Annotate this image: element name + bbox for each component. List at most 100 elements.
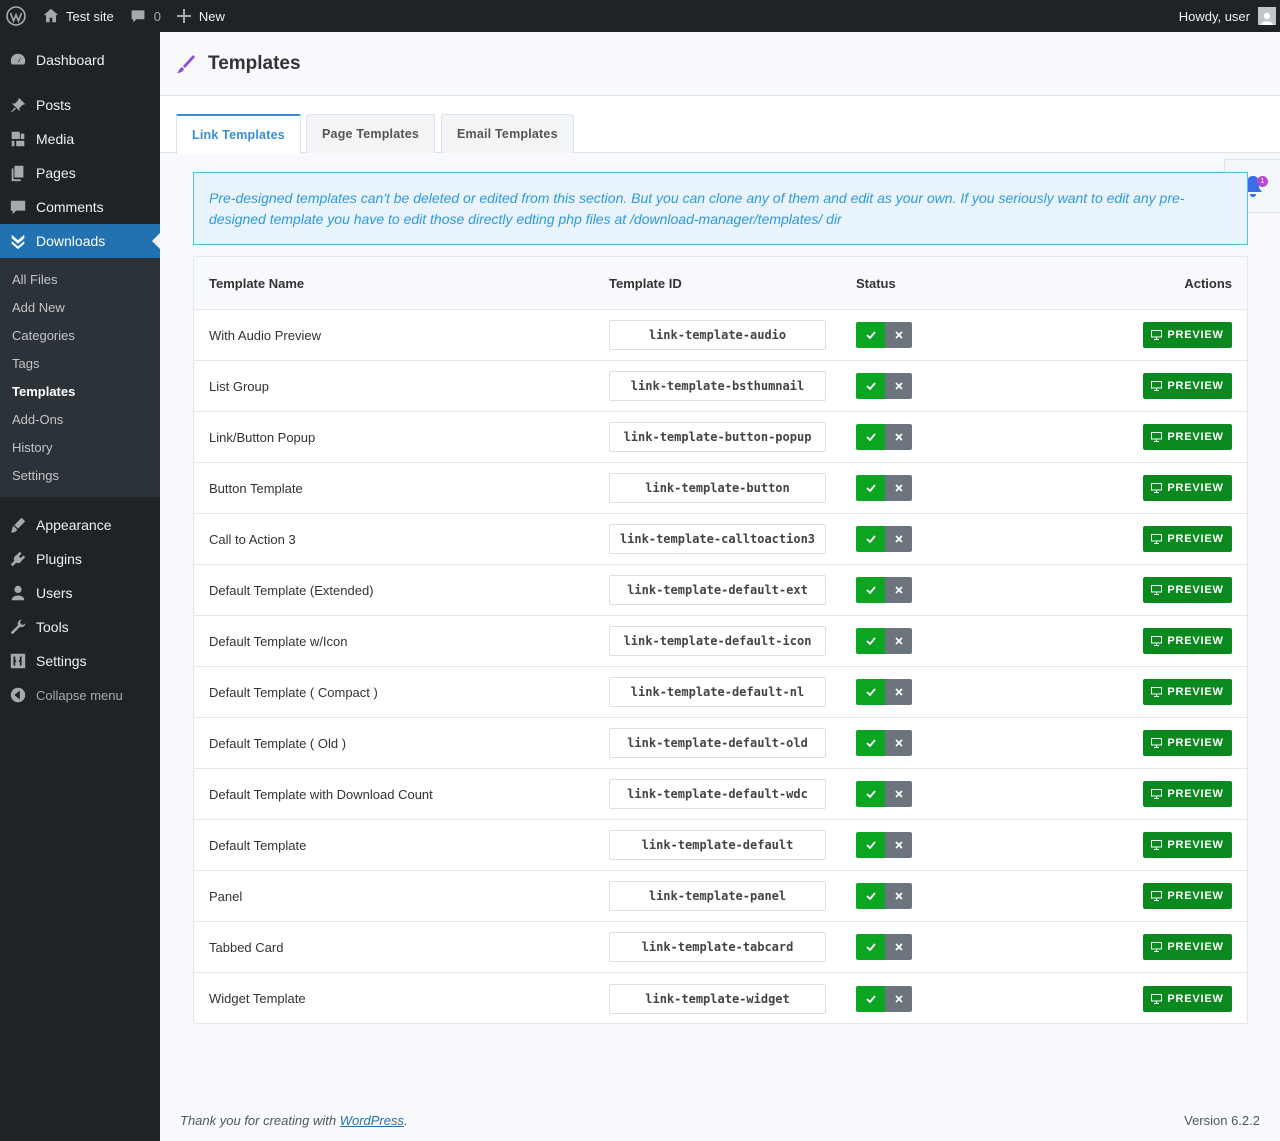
- template-id-field[interactable]: link-template-panel: [609, 881, 826, 911]
- status-disable-button[interactable]: [885, 424, 912, 450]
- submenu-item-categories[interactable]: Categories: [0, 321, 160, 349]
- submenu-item-add-new[interactable]: Add New: [0, 293, 160, 321]
- monitor-icon: [1151, 330, 1163, 340]
- preview-button[interactable]: PREVIEW: [1143, 628, 1232, 654]
- preview-button[interactable]: PREVIEW: [1143, 577, 1232, 603]
- preview-button[interactable]: PREVIEW: [1143, 679, 1232, 705]
- sidebar-item-comments[interactable]: Comments: [0, 190, 160, 224]
- status-enable-button[interactable]: [856, 934, 885, 960]
- status-disable-button[interactable]: [885, 322, 912, 348]
- template-name: Default Template with Download Count: [209, 786, 433, 802]
- status-enable-button[interactable]: [856, 832, 885, 858]
- status-enable-button[interactable]: [856, 577, 885, 603]
- submenu-item-settings[interactable]: Settings: [0, 461, 160, 489]
- monitor-icon: [1151, 993, 1163, 1004]
- template-id-field[interactable]: link-template-default-old: [609, 728, 826, 758]
- status-toggle: [856, 679, 912, 705]
- wordpress-link[interactable]: WordPress: [340, 1113, 404, 1128]
- preview-button[interactable]: PREVIEW: [1143, 730, 1232, 756]
- sidebar-item-pages[interactable]: Pages: [0, 156, 160, 190]
- submenu-item-add-ons[interactable]: Add-Ons: [0, 405, 160, 433]
- submenu-item-templates[interactable]: Templates: [0, 377, 160, 405]
- submenu-item-tags[interactable]: Tags: [0, 349, 160, 377]
- brush-icon: [10, 517, 26, 533]
- tab-email-templates[interactable]: Email Templates: [441, 114, 574, 153]
- status-disable-button[interactable]: [885, 832, 912, 858]
- preview-button[interactable]: PREVIEW: [1143, 373, 1232, 399]
- status-disable-button[interactable]: [885, 883, 912, 909]
- check-icon: [865, 688, 876, 696]
- template-id-field[interactable]: link-template-default-ext: [609, 575, 826, 605]
- new-content-link[interactable]: New: [169, 0, 233, 32]
- sidebar-item-appearance[interactable]: Appearance: [0, 508, 160, 542]
- status-enable-button[interactable]: [856, 526, 885, 552]
- table-header: Template Name Template ID Status Actions: [194, 257, 1247, 310]
- template-id-field[interactable]: link-template-default: [609, 830, 826, 860]
- sidebar-item-plugins[interactable]: Plugins: [0, 542, 160, 576]
- template-id-field[interactable]: link-template-button: [609, 473, 826, 503]
- preview-button[interactable]: PREVIEW: [1143, 781, 1232, 807]
- template-id-field[interactable]: link-template-default-nl: [609, 677, 826, 707]
- status-enable-button[interactable]: [856, 424, 885, 450]
- status-disable-button[interactable]: [885, 730, 912, 756]
- template-id-field[interactable]: link-template-audio: [609, 320, 826, 350]
- template-id-field[interactable]: link-template-calltoaction3: [609, 524, 826, 554]
- wordpress-logo[interactable]: [0, 0, 34, 32]
- status-toggle: [856, 883, 912, 909]
- status-enable-button[interactable]: [856, 322, 885, 348]
- tab-link-templates[interactable]: Link Templates: [176, 114, 301, 154]
- template-id-field[interactable]: link-template-button-popup: [609, 422, 826, 452]
- status-enable-button[interactable]: [856, 628, 885, 654]
- preview-button[interactable]: PREVIEW: [1143, 424, 1232, 450]
- sidebar-item-users[interactable]: Users: [0, 576, 160, 610]
- status-enable-button[interactable]: [856, 781, 885, 807]
- sidebar-item-posts[interactable]: Posts: [0, 88, 160, 122]
- submenu-item-all-files[interactable]: All Files: [0, 265, 160, 293]
- template-id-field[interactable]: link-template-default-wdc: [609, 779, 826, 809]
- status-disable-button[interactable]: [885, 781, 912, 807]
- comments-link[interactable]: 0: [122, 0, 169, 32]
- status-enable-button[interactable]: [856, 679, 885, 705]
- site-name-link[interactable]: Test site: [34, 0, 122, 32]
- status-disable-button[interactable]: [885, 475, 912, 501]
- status-enable-button[interactable]: [856, 475, 885, 501]
- template-name: List Group: [209, 378, 269, 394]
- preview-button[interactable]: PREVIEW: [1143, 526, 1232, 552]
- sidebar-item-downloads[interactable]: Downloads: [0, 224, 160, 258]
- preview-button[interactable]: PREVIEW: [1143, 832, 1232, 858]
- check-icon: [865, 994, 876, 1003]
- my-account[interactable]: Howdy, user: [1171, 0, 1280, 32]
- status-enable-button[interactable]: [856, 883, 885, 909]
- template-id-field[interactable]: link-template-default-icon: [609, 626, 826, 656]
- downloads-submenu: All Files Add New Categories Tags Templa…: [0, 258, 160, 497]
- submenu-item-history[interactable]: History: [0, 433, 160, 461]
- template-id-field[interactable]: link-template-tabcard: [609, 932, 826, 962]
- sidebar-item-tools[interactable]: Tools: [0, 610, 160, 644]
- collapse-menu-button[interactable]: Collapse menu: [0, 678, 160, 712]
- status-disable-button[interactable]: [885, 577, 912, 603]
- template-id-field[interactable]: link-template-widget: [609, 983, 826, 1014]
- preview-button[interactable]: PREVIEW: [1143, 883, 1232, 909]
- status-disable-button[interactable]: [885, 679, 912, 705]
- template-id-field[interactable]: link-template-bsthumnail: [609, 371, 826, 401]
- monitor-icon: [1151, 789, 1163, 799]
- close-icon: [894, 688, 903, 696]
- preview-button[interactable]: PREVIEW: [1143, 985, 1232, 1012]
- preview-button[interactable]: PREVIEW: [1143, 322, 1232, 348]
- site-name: Test site: [66, 8, 114, 24]
- status-enable-button[interactable]: [856, 373, 885, 399]
- tab-page-templates[interactable]: Page Templates: [306, 114, 436, 153]
- sidebar-item-dashboard[interactable]: Dashboard: [0, 43, 160, 77]
- sidebar-item-media[interactable]: Media: [0, 122, 160, 156]
- status-disable-button[interactable]: [885, 985, 912, 1012]
- status-disable-button[interactable]: [885, 373, 912, 399]
- status-disable-button[interactable]: [885, 526, 912, 552]
- preview-button[interactable]: PREVIEW: [1143, 934, 1232, 960]
- sidebar-item-settings[interactable]: Settings: [0, 644, 160, 678]
- preview-button[interactable]: PREVIEW: [1143, 475, 1232, 501]
- status-enable-button[interactable]: [856, 730, 885, 756]
- status-enable-button[interactable]: [856, 985, 885, 1012]
- sidebar-item-label: Plugins: [36, 551, 82, 567]
- status-disable-button[interactable]: [885, 628, 912, 654]
- status-disable-button[interactable]: [885, 934, 912, 960]
